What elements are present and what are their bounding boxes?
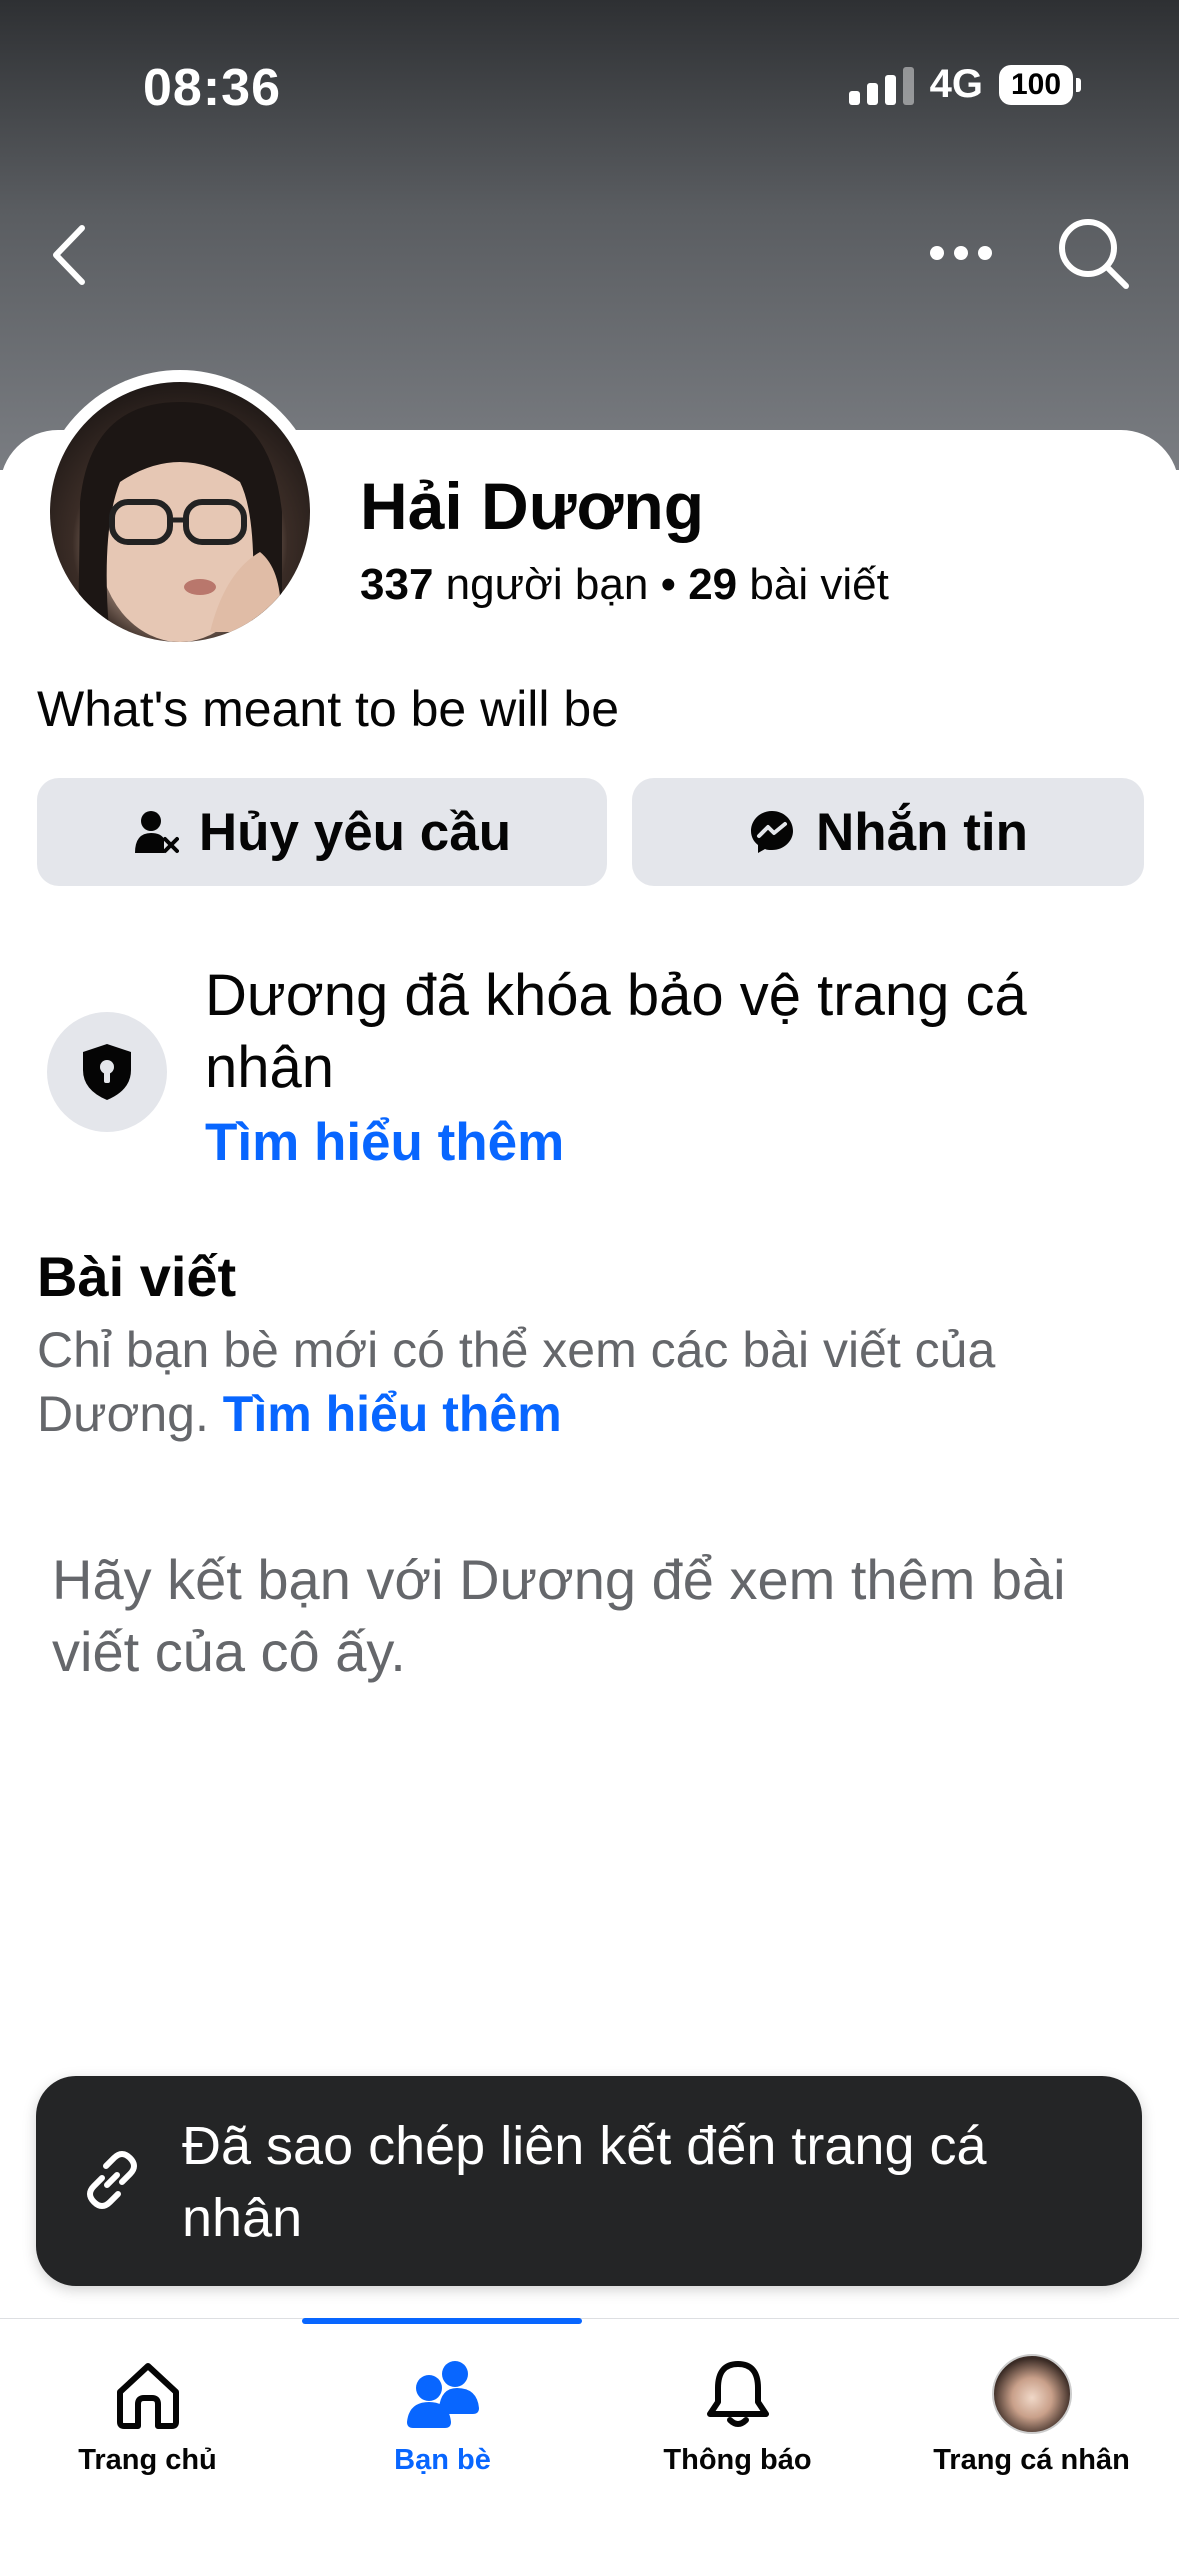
friends-label[interactable]: người bạn: [446, 560, 649, 609]
battery-icon: 100: [999, 64, 1081, 105]
tab-profile[interactable]: Trang cá nhân: [884, 2318, 1179, 2518]
tab-notifications[interactable]: Thông báo: [590, 2318, 885, 2518]
cancel-friend-request-icon: [134, 811, 179, 853]
signal-icon: [848, 65, 914, 105]
search-button[interactable]: [1056, 216, 1132, 292]
locked-profile-badge: [47, 1012, 167, 1132]
link-icon: [87, 2151, 137, 2209]
status-indicators: 4G 100: [848, 62, 1081, 107]
bell-icon: [706, 2361, 769, 2427]
toast-message: Đã sao chép liên kết đến trang cá nhân: [182, 2116, 987, 2248]
messenger-icon: [751, 811, 793, 853]
avatar-portrait: [78, 402, 282, 642]
posts-count: 29: [688, 560, 738, 609]
shield-lock-icon: [83, 1044, 131, 1100]
tab-friends[interactable]: Bạn bè: [295, 2318, 590, 2518]
home-icon: [116, 2363, 179, 2429]
tab-home-label: Trang chủ: [78, 2444, 217, 2476]
tab-home[interactable]: Trang chủ: [0, 2318, 295, 2518]
posts-label: bài viết: [749, 560, 889, 609]
friends-icon: [406, 2361, 479, 2428]
more-options-button[interactable]: [930, 238, 994, 268]
copied-link-toast[interactable]: Đã sao chép liên kết đến trang cá nhân: [36, 2076, 1142, 2286]
profile-avatar-icon: [991, 2354, 1072, 2434]
network-label: 4G: [929, 62, 983, 106]
status-time: 08:36: [143, 59, 281, 117]
tab-notifications-label: Thông báo: [663, 2444, 812, 2476]
friend-prompt: Hãy kết bạn với Dương để xem thêm bài vi…: [52, 1548, 1066, 1683]
cancel-request-label: Hủy yêu cầu: [198, 802, 512, 862]
posts-section-title: Bài viết: [37, 1245, 237, 1308]
tab-profile-label: Trang cá nhân: [933, 2444, 1130, 2476]
locked-learn-more-link[interactable]: Tìm hiểu thêm: [205, 1112, 564, 1173]
profile-avatar[interactable]: [50, 382, 310, 642]
stats-separator: •: [660, 560, 676, 609]
profile-bio: What's meant to be will be: [37, 681, 620, 737]
more-horizontal-icon: [930, 246, 944, 260]
message-label: Nhắn tin: [816, 802, 1028, 862]
message-button[interactable]: Nhắn tin: [632, 778, 1144, 886]
profile-stats: 337 người bạn • 29 bài viết: [360, 560, 889, 610]
search-icon: [1059, 219, 1129, 289]
battery-level: 100: [999, 64, 1073, 105]
chevron-left-icon: [53, 225, 85, 285]
friends-count[interactable]: 337: [360, 560, 433, 609]
back-button[interactable]: [46, 220, 96, 290]
tab-friends-label: Bạn bè: [394, 2444, 491, 2476]
cancel-request-button[interactable]: Hủy yêu cầu: [37, 778, 607, 886]
posts-learn-more-link[interactable]: Tìm hiểu thêm: [223, 1386, 562, 1442]
locked-profile-title: Dương đã khóa bảo vệ trang cá nhân: [205, 963, 1027, 1100]
profile-name: Hải Dương: [360, 469, 705, 543]
posts-description: Chỉ bạn bè mới có thể xem các bài viết c…: [37, 1318, 1137, 1446]
